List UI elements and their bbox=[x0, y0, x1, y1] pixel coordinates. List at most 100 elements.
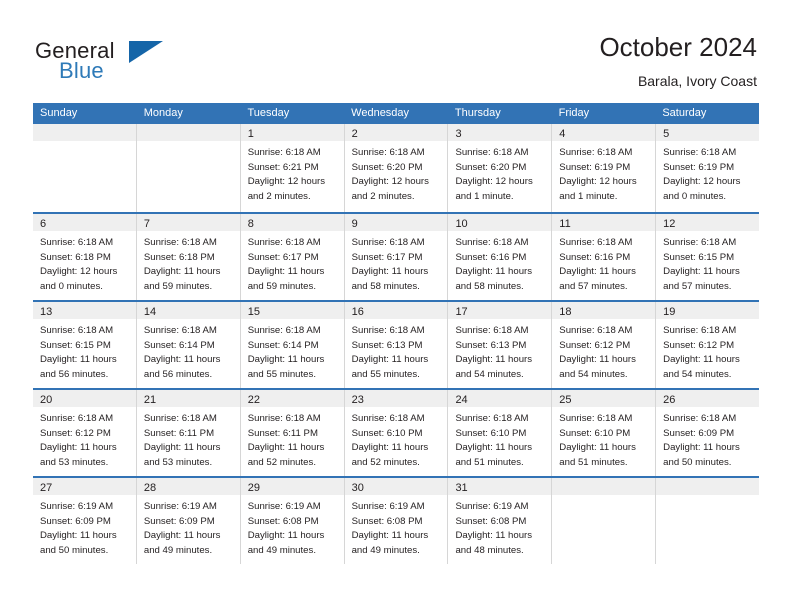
daylight-text-line2: and 55 minutes. bbox=[247, 368, 316, 380]
sunrise-text: Sunrise: 6:18 AM bbox=[455, 147, 529, 158]
day-number: 6 bbox=[40, 218, 47, 230]
calendar-day-cell[interactable]: 1 Sunrise: 6:18 AM Sunset: 6:21 PM Daylight… bbox=[240, 124, 345, 212]
daylight-text-line2: and 49 minutes. bbox=[351, 544, 420, 556]
sunrise-text: Sunrise: 6:18 AM bbox=[351, 237, 425, 248]
day-details: Sunrise: 6:18 AM Sunset: 6:13 PM Daylight:… bbox=[345, 319, 448, 382]
calendar-day-cell[interactable]: 29 Sunrise: 6:19 AM Sunset: 6:08 PM Dayligh… bbox=[240, 478, 345, 564]
calendar-day-cell[interactable]: 30 Sunrise: 6:19 AM Sunset: 6:08 PM Dayligh… bbox=[344, 478, 449, 564]
sunset-text: Sunset: 6:11 PM bbox=[143, 427, 215, 439]
day-number-band: 23 bbox=[344, 390, 448, 407]
day-number-band: 17 bbox=[448, 302, 552, 319]
calendar-day-cell[interactable]: 14 Sunrise: 6:18 AM Sunset: 6:14 PM Dayligh… bbox=[136, 302, 241, 388]
day-number-band: 29 bbox=[240, 478, 344, 495]
daylight-text-line1: Daylight: 11 hours bbox=[40, 530, 117, 542]
brand-logo[interactable]: General Blue bbox=[35, 38, 275, 90]
day-number-band: 6 bbox=[33, 214, 136, 231]
calendar-day-cell[interactable]: 20 Sunrise: 6:18 AM Sunset: 6:12 PM Dayligh… bbox=[33, 390, 137, 476]
calendar-day-cell[interactable]: 31 Sunrise: 6:19 AM Sunset: 6:08 PM Dayligh… bbox=[448, 478, 553, 564]
day-number: 5 bbox=[663, 128, 670, 140]
calendar-day-cell[interactable]: 22 Sunrise: 6:18 AM Sunset: 6:11 PM Dayligh… bbox=[240, 390, 345, 476]
daylight-text-line2: and 0 minutes. bbox=[663, 190, 727, 202]
calendar-day-cell[interactable]: 16 Sunrise: 6:18 AM Sunset: 6:13 PM Dayligh… bbox=[344, 302, 449, 388]
calendar-cell-empty bbox=[136, 124, 241, 212]
calendar-day-cell[interactable]: 27 Sunrise: 6:19 AM Sunset: 6:09 PM Dayligh… bbox=[33, 478, 137, 564]
calendar-day-cell[interactable]: 23 Sunrise: 6:18 AM Sunset: 6:10 PM Dayligh… bbox=[344, 390, 449, 476]
day-number-band: 20 bbox=[33, 390, 136, 407]
sunrise-text: Sunrise: 6:18 AM bbox=[455, 413, 529, 424]
calendar-day-cell[interactable]: 8 Sunrise: 6:18 AM Sunset: 6:17 PM Daylight… bbox=[240, 214, 345, 300]
day-number-band: 5 bbox=[656, 124, 760, 141]
calendar-day-cell[interactable]: 9 Sunrise: 6:18 AM Sunset: 6:17 PM Daylight… bbox=[344, 214, 449, 300]
sunset-text: Sunset: 6:15 PM bbox=[40, 339, 111, 351]
sunset-text: Sunset: 6:13 PM bbox=[455, 339, 527, 351]
calendar-day-cell[interactable]: 12 Sunrise: 6:18 AM Sunset: 6:15 PM Dayligh… bbox=[656, 214, 760, 300]
sunrise-text: Sunrise: 6:18 AM bbox=[559, 325, 633, 336]
daylight-text-line2: and 1 minute. bbox=[455, 190, 514, 202]
calendar-day-cell[interactable]: 10 Sunrise: 6:18 AM Sunset: 6:16 PM Dayligh… bbox=[448, 214, 553, 300]
sunset-text: Sunset: 6:19 PM bbox=[663, 161, 735, 173]
day-details: Sunrise: 6:18 AM Sunset: 6:15 PM Daylight:… bbox=[33, 319, 136, 382]
day-number-band: 7 bbox=[136, 214, 240, 231]
daylight-text-line2: and 53 minutes. bbox=[40, 456, 109, 468]
day-details: Sunrise: 6:18 AM Sunset: 6:13 PM Daylight:… bbox=[448, 319, 551, 382]
daylight-text-line2: and 52 minutes. bbox=[247, 456, 316, 468]
sunset-text: Sunset: 6:08 PM bbox=[247, 515, 319, 527]
calendar-day-cell[interactable]: 13 Sunrise: 6:18 AM Sunset: 6:15 PM Dayligh… bbox=[33, 302, 137, 388]
calendar-weeks: 1 Sunrise: 6:18 AM Sunset: 6:21 PM Daylight… bbox=[33, 124, 760, 564]
calendar-day-cell[interactable]: 4 Sunrise: 6:18 AM Sunset: 6:19 PM Daylight… bbox=[552, 124, 657, 212]
daylight-text-line2: and 54 minutes. bbox=[455, 368, 524, 380]
sunrise-text: Sunrise: 6:19 AM bbox=[247, 501, 321, 512]
calendar-day-cell[interactable]: 18 Sunrise: 6:18 AM Sunset: 6:12 PM Dayligh… bbox=[552, 302, 657, 388]
calendar-day-cell[interactable]: 11 Sunrise: 6:18 AM Sunset: 6:16 PM Dayligh… bbox=[552, 214, 657, 300]
calendar-day-cell[interactable]: 17 Sunrise: 6:18 AM Sunset: 6:13 PM Dayligh… bbox=[448, 302, 553, 388]
day-number-band: 31 bbox=[448, 478, 552, 495]
daylight-text-line1: Daylight: 11 hours bbox=[247, 266, 325, 278]
calendar-day-cell[interactable]: 5 Sunrise: 6:18 AM Sunset: 6:19 PM Daylight… bbox=[656, 124, 760, 212]
day-number: 28 bbox=[143, 482, 157, 494]
day-number-band: 26 bbox=[656, 390, 760, 407]
sunset-text: Sunset: 6:17 PM bbox=[351, 251, 423, 263]
daylight-text-line1: Daylight: 11 hours bbox=[143, 266, 221, 278]
day-details: Sunrise: 6:18 AM Sunset: 6:20 PM Daylight:… bbox=[345, 141, 448, 204]
daylight-text-line2: and 49 minutes. bbox=[143, 544, 213, 556]
sunrise-text: Sunrise: 6:18 AM bbox=[143, 325, 217, 336]
sunrise-text: Sunrise: 6:19 AM bbox=[455, 501, 529, 512]
daylight-text-line1: Daylight: 11 hours bbox=[663, 266, 740, 278]
calendar-day-cell[interactable]: 26 Sunrise: 6:18 AM Sunset: 6:09 PM Dayligh… bbox=[656, 390, 760, 476]
calendar-day-cell[interactable]: 19 Sunrise: 6:18 AM Sunset: 6:12 PM Dayligh… bbox=[656, 302, 760, 388]
day-details: Sunrise: 6:18 AM Sunset: 6:21 PM Daylight:… bbox=[241, 141, 344, 204]
calendar-day-cell[interactable]: 25 Sunrise: 6:18 AM Sunset: 6:10 PM Dayligh… bbox=[552, 390, 657, 476]
daylight-text-line2: and 48 minutes. bbox=[455, 544, 524, 556]
sunset-text: Sunset: 6:21 PM bbox=[247, 161, 319, 173]
daylight-text-line2: and 57 minutes. bbox=[663, 280, 732, 292]
day-details: Sunrise: 6:19 AM Sunset: 6:09 PM Daylight:… bbox=[137, 495, 240, 558]
sunrise-text: Sunrise: 6:19 AM bbox=[143, 501, 217, 512]
daylight-text-line2: and 57 minutes. bbox=[559, 280, 628, 292]
daylight-text-line1: Daylight: 11 hours bbox=[455, 442, 533, 454]
day-details: Sunrise: 6:18 AM Sunset: 6:11 PM Daylight:… bbox=[137, 407, 240, 470]
brand-name-blue: Blue bbox=[59, 58, 104, 83]
calendar-day-cell[interactable]: 7 Sunrise: 6:18 AM Sunset: 6:18 PM Daylight… bbox=[136, 214, 241, 300]
calendar-day-cell[interactable]: 24 Sunrise: 6:18 AM Sunset: 6:10 PM Dayligh… bbox=[448, 390, 553, 476]
sunrise-text: Sunrise: 6:18 AM bbox=[663, 325, 737, 336]
calendar-day-cell[interactable]: 21 Sunrise: 6:18 AM Sunset: 6:11 PM Dayligh… bbox=[136, 390, 241, 476]
day-details: Sunrise: 6:18 AM Sunset: 6:09 PM Daylight:… bbox=[656, 407, 759, 470]
calendar-day-cell[interactable]: 6 Sunrise: 6:18 AM Sunset: 6:18 PM Daylight… bbox=[33, 214, 137, 300]
weekday-header-row: Sunday Monday Tuesday Wednesday Thursday Frid… bbox=[33, 103, 759, 124]
day-number: 30 bbox=[351, 482, 364, 494]
day-details: Sunrise: 6:18 AM Sunset: 6:12 PM Daylight:… bbox=[656, 319, 759, 382]
sunset-text: Sunset: 6:18 PM bbox=[143, 251, 215, 263]
calendar-day-cell[interactable]: 15 Sunrise: 6:18 AM Sunset: 6:14 PM Dayligh… bbox=[240, 302, 345, 388]
day-number-band: 30 bbox=[344, 478, 448, 495]
calendar-day-cell[interactable]: 3 Sunrise: 6:18 AM Sunset: 6:20 PM Daylight… bbox=[448, 124, 553, 212]
sunset-text: Sunset: 6:09 PM bbox=[143, 515, 215, 527]
calendar-day-cell[interactable]: 2 Sunrise: 6:18 AM Sunset: 6:20 PM Daylight… bbox=[344, 124, 449, 212]
day-number: 14 bbox=[143, 306, 157, 318]
day-number: 19 bbox=[663, 306, 676, 318]
sunrise-text: Sunrise: 6:18 AM bbox=[143, 413, 217, 424]
calendar-week-row: 20 Sunrise: 6:18 AM Sunset: 6:12 PM Dayligh… bbox=[33, 388, 760, 476]
weekday-header-sunday: Sunday bbox=[40, 107, 78, 119]
calendar-day-cell[interactable]: 28 Sunrise: 6:19 AM Sunset: 6:09 PM Dayligh… bbox=[136, 478, 241, 564]
sunset-text: Sunset: 6:10 PM bbox=[455, 427, 527, 439]
daylight-text-line1: Daylight: 11 hours bbox=[351, 442, 429, 454]
